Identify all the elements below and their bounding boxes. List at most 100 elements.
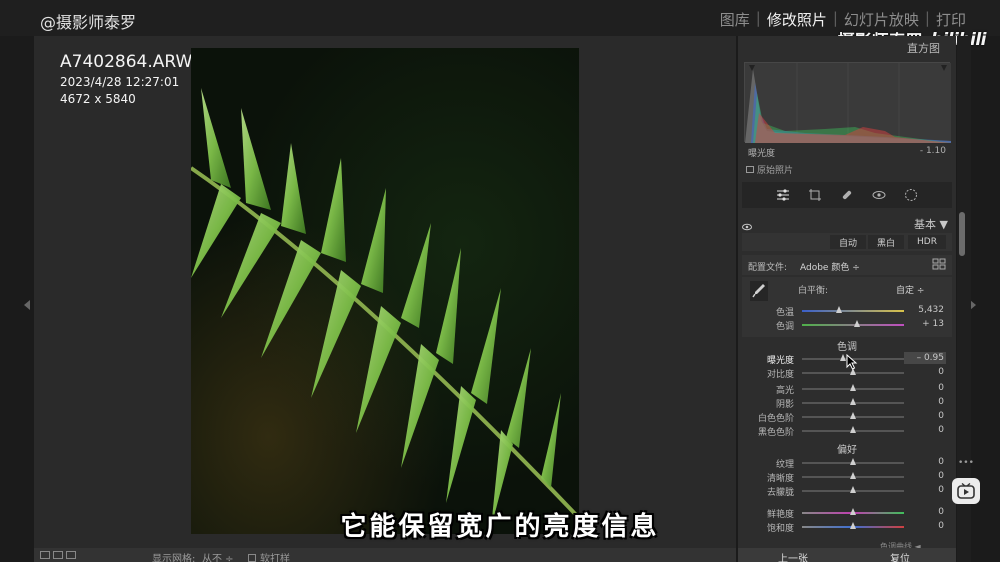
file-name: A7402864.ARW bbox=[60, 52, 193, 72]
left-panel-toggle-icon[interactable] bbox=[24, 300, 30, 310]
clarity-slider-knob[interactable] bbox=[850, 472, 856, 479]
saturation-slider-row: 饱和度 0 bbox=[738, 520, 956, 534]
panel-scrollbar-thumb[interactable] bbox=[959, 212, 965, 256]
original-photo-checkbox[interactable] bbox=[746, 166, 754, 173]
develop-panel: 直方图 曝光度 - 1.10 原始照片 基本 ▼ 自动 黑白 HDR 配置文件:… bbox=[738, 36, 956, 562]
dehaze-value[interactable]: 0 bbox=[938, 485, 944, 495]
bw-button[interactable]: 黑白 bbox=[868, 235, 904, 249]
view-mode-icons bbox=[40, 551, 76, 559]
photo-workspace: A7402864.ARW 2023/4/28 12:27:01 4672 x 5… bbox=[34, 36, 736, 548]
histogram[interactable] bbox=[744, 62, 951, 143]
dehaze-slider-knob[interactable] bbox=[850, 486, 856, 493]
healing-bandage-icon[interactable] bbox=[838, 186, 856, 204]
clarity-label: 清晰度 bbox=[766, 474, 794, 484]
whites-value[interactable]: 0 bbox=[938, 411, 944, 421]
original-photo-toggle[interactable]: 原始照片 bbox=[746, 163, 793, 176]
soft-proof-checkbox[interactable] bbox=[248, 553, 256, 562]
tv-play-icon[interactable] bbox=[952, 478, 980, 504]
treatment-row: 自动 黑白 HDR bbox=[742, 233, 952, 251]
clarity-value[interactable]: 0 bbox=[938, 471, 944, 481]
loupe-view-icon[interactable] bbox=[40, 551, 50, 559]
temp-label: 色温 bbox=[775, 308, 794, 318]
reset-button[interactable]: 复位 bbox=[890, 550, 910, 562]
channel-watermark: @摄影师泰罗 bbox=[40, 13, 137, 32]
temp-value[interactable]: 5,432 bbox=[918, 305, 944, 315]
image-dimensions: 4672 x 5840 bbox=[60, 92, 136, 106]
red-eye-icon[interactable] bbox=[870, 186, 888, 204]
highlights-value[interactable]: 0 bbox=[938, 383, 944, 393]
saturation-label: 饱和度 bbox=[766, 524, 794, 534]
eyedropper-icon[interactable] bbox=[750, 281, 768, 305]
basic-panel-header[interactable]: 基本 ▼ bbox=[738, 214, 956, 232]
mask-icon[interactable] bbox=[902, 186, 920, 204]
shadows-slider-knob[interactable] bbox=[850, 398, 856, 405]
hdr-button[interactable]: HDR bbox=[908, 235, 946, 249]
texture-slider-knob[interactable] bbox=[850, 458, 856, 465]
tone-group-title: 色调 bbox=[837, 342, 857, 353]
vibrance-slider-knob[interactable] bbox=[850, 508, 856, 515]
profile-select[interactable]: Adobe 颜色 ÷ bbox=[800, 260, 860, 273]
blacks-slider-row: 黑色色阶 0 bbox=[738, 424, 956, 438]
auto-button[interactable]: 自动 bbox=[830, 235, 866, 249]
saturation-slider-knob[interactable] bbox=[850, 522, 856, 529]
histogram-graph bbox=[745, 63, 951, 143]
temp-slider-knob[interactable] bbox=[835, 306, 842, 313]
texture-label: 纹理 bbox=[775, 460, 794, 470]
blacks-label: 黑色色阶 bbox=[757, 428, 794, 438]
highlights-label: 高光 bbox=[775, 386, 794, 396]
shadows-value[interactable]: 0 bbox=[938, 397, 944, 407]
module-develop[interactable]: 修改照片 bbox=[767, 9, 827, 30]
panel-footer: 上一张 复位 bbox=[738, 548, 956, 562]
bottom-toolbar: 显示网格: 从不 ÷ 软打样 bbox=[34, 548, 736, 562]
tint-slider-knob[interactable] bbox=[854, 320, 861, 327]
shadows-label: 阴影 bbox=[775, 400, 794, 410]
blacks-slider-knob[interactable] bbox=[850, 426, 856, 433]
tint-value[interactable]: + 13 bbox=[922, 319, 944, 329]
exposure-label: 曝光度 bbox=[766, 356, 794, 366]
temp-slider[interactable] bbox=[802, 310, 904, 312]
fern-photo[interactable] bbox=[191, 48, 579, 534]
clarity-slider-row: 清晰度 0 bbox=[738, 470, 956, 484]
tint-label: 色调 bbox=[775, 322, 794, 332]
vibrance-label: 鲜艳度 bbox=[766, 510, 794, 520]
grid-label: 显示网格: bbox=[152, 554, 196, 562]
dehaze-label: 去朦胧 bbox=[766, 488, 794, 498]
vibrance-value[interactable]: 0 bbox=[938, 507, 944, 517]
profile-browser-icon[interactable] bbox=[932, 258, 946, 273]
capture-date: 2023/4/28 12:27:01 bbox=[60, 75, 180, 89]
presence-group-title: 偏好 bbox=[837, 445, 857, 456]
histogram-title: 直方图 bbox=[907, 42, 940, 55]
texture-slider-row: 纹理 0 bbox=[738, 456, 956, 470]
whites-label: 白色色阶 bbox=[757, 414, 794, 424]
grid-select[interactable]: 从不 ÷ bbox=[202, 550, 234, 562]
histogram-header[interactable]: 直方图 bbox=[738, 36, 956, 58]
vibrance-slider-row: 鲜艳度 0 bbox=[738, 506, 956, 520]
soft-proof-toggle[interactable]: 软打样 bbox=[248, 550, 290, 562]
compare-view-icon[interactable] bbox=[53, 551, 63, 559]
basic-panel-title: 基本 ▼ bbox=[914, 218, 948, 231]
blacks-value[interactable]: 0 bbox=[938, 425, 944, 435]
crop-icon[interactable] bbox=[806, 186, 824, 204]
whites-slider-row: 白色色阶 0 bbox=[738, 410, 956, 424]
exposure-slider-knob[interactable] bbox=[839, 354, 846, 361]
contrast-label: 对比度 bbox=[766, 370, 794, 380]
saturation-value[interactable]: 0 bbox=[938, 521, 944, 531]
photo-info-overlay: A7402864.ARW 2023/4/28 12:27:01 4672 x 5… bbox=[60, 52, 192, 106]
dehaze-slider-row: 去朦胧 0 bbox=[738, 484, 956, 498]
module-library[interactable]: 图库 bbox=[720, 9, 750, 30]
survey-view-icon[interactable] bbox=[66, 551, 76, 559]
more-options-icon[interactable]: ••• bbox=[958, 458, 974, 468]
highlights-slider-knob[interactable] bbox=[850, 384, 856, 391]
edit-sliders-icon[interactable] bbox=[774, 186, 792, 204]
histogram-readout-label: 曝光度 bbox=[748, 149, 776, 159]
contrast-value[interactable]: 0 bbox=[938, 367, 944, 377]
exposure-value[interactable]: – 0.95 bbox=[917, 353, 944, 363]
white-balance-select[interactable]: 自定 ÷ bbox=[896, 283, 924, 296]
whites-slider-knob[interactable] bbox=[850, 412, 856, 419]
fern-illustration bbox=[191, 88, 579, 528]
tool-strip bbox=[742, 182, 952, 208]
previous-button[interactable]: 上一张 bbox=[778, 550, 808, 562]
tint-slider[interactable] bbox=[802, 324, 904, 326]
texture-value[interactable]: 0 bbox=[938, 457, 944, 467]
white-balance-label: 白平衡: bbox=[798, 286, 829, 296]
